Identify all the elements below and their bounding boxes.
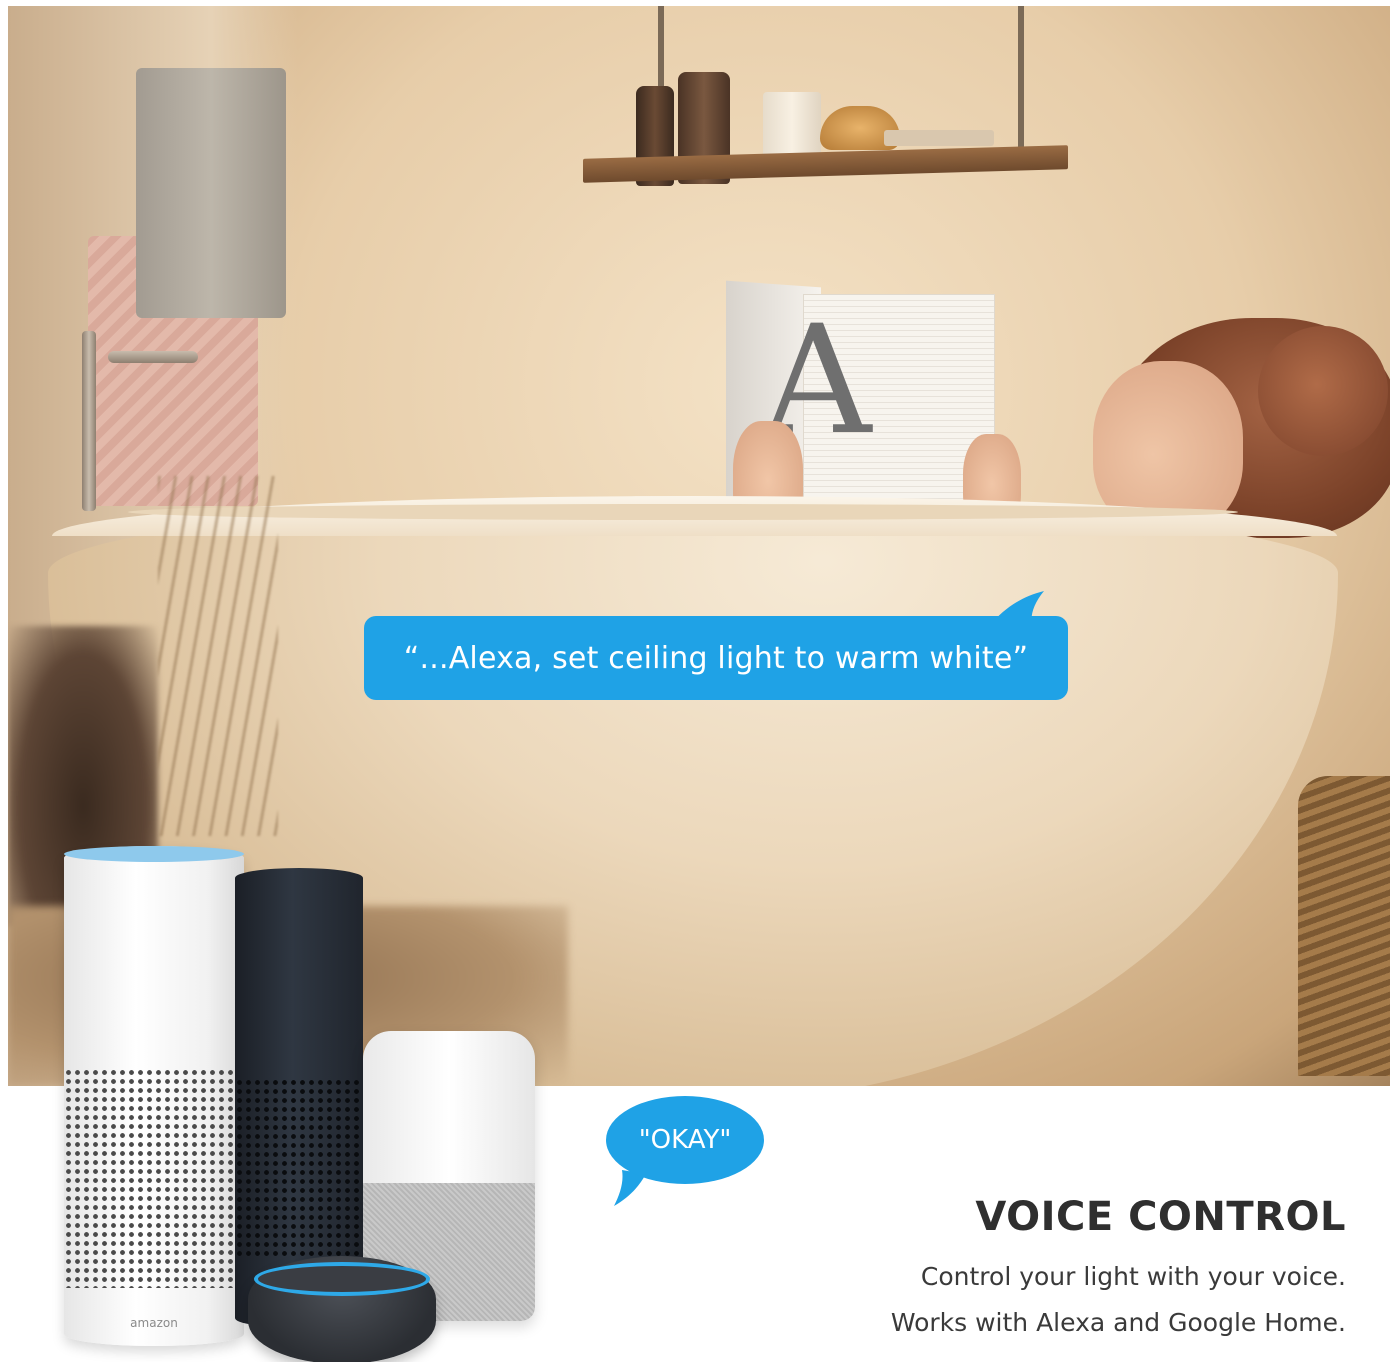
faucet	[82, 331, 96, 511]
echo-dot-speaker	[248, 1256, 436, 1362]
product-image: A “...Alexa, set ceiling light to warm w…	[8, 6, 1390, 1362]
woman-hair-bun	[1258, 326, 1388, 456]
shelf-rope	[1018, 6, 1024, 156]
soap-tray	[884, 130, 994, 146]
feature-headline: VOICE CONTROL	[975, 1194, 1346, 1240]
wicker-basket	[1298, 776, 1390, 1076]
diffuser-reeds	[158, 476, 278, 836]
bathtub-water-line	[128, 504, 1238, 520]
gray-towel	[136, 68, 286, 318]
feature-description-line: Control your light with your voice.	[920, 1262, 1346, 1291]
feature-description-line: Works with Alexa and Google Home.	[890, 1308, 1346, 1337]
amazon-echo-white: amazon	[64, 846, 244, 1346]
faucet-spout	[108, 351, 198, 363]
speaker-grille	[235, 1078, 363, 1258]
speaker-grille	[64, 1068, 244, 1288]
alexa-light-ring	[64, 846, 244, 862]
reply-bubble: "OKAY"	[606, 1096, 764, 1184]
amazon-logo: amazon	[130, 1316, 178, 1330]
alexa-light-ring	[254, 1262, 430, 1296]
voice-command-bubble: “...Alexa, set ceiling light to warm whi…	[364, 616, 1068, 700]
